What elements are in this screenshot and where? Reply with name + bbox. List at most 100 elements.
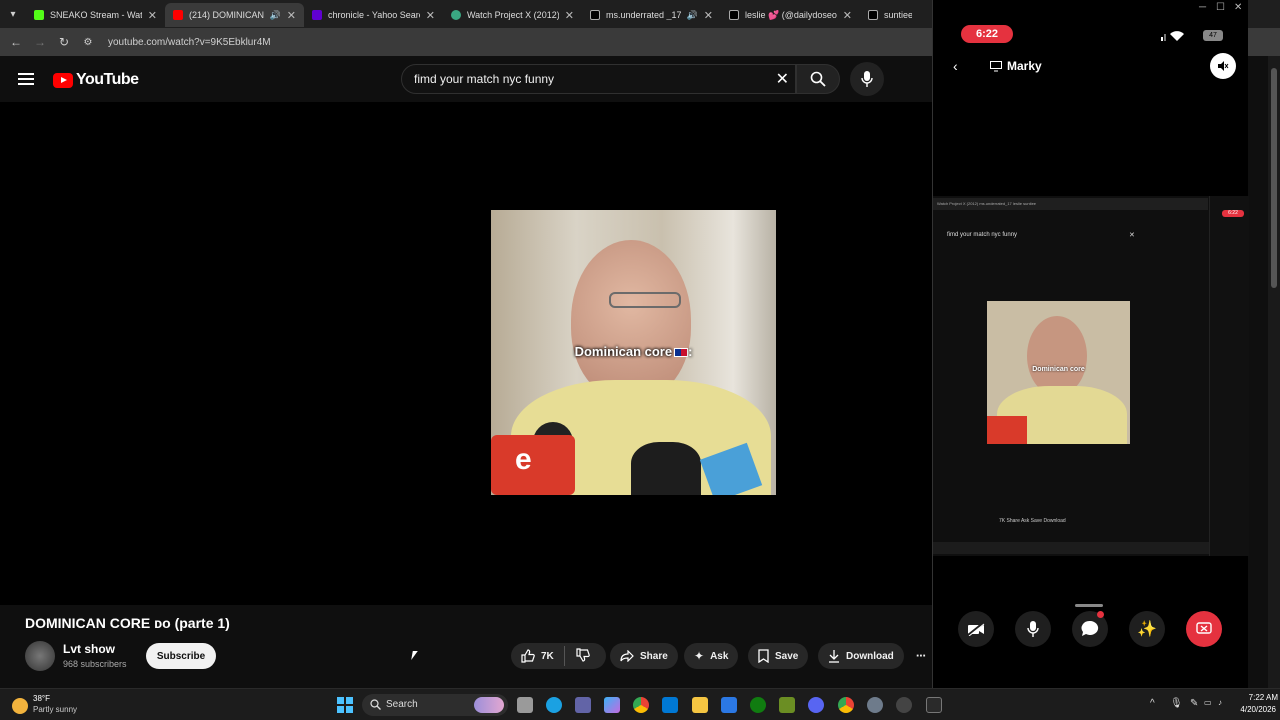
chrome-active-icon[interactable] [838,697,854,713]
window-close-icon[interactable]: ✕ [1234,2,1242,13]
tray-monitor-icon[interactable]: ▭ [1204,698,1212,707]
menu-hamburger-icon[interactable] [18,73,34,85]
mirror-tabs: Watch Project X (2012) ms.underrated_17 … [933,198,1208,210]
browser-tab[interactable]: ms.underrated _17 (@ 🔊 ✕ [582,3,721,27]
tab-search-menu-icon[interactable]: ▾ [0,0,26,28]
browser-tab[interactable]: suntiee (@sunt [860,3,920,27]
taskbar-search[interactable]: Search [362,694,508,716]
search-icon [370,699,381,710]
voice-search-button[interactable] [850,62,884,96]
tab-close-icon[interactable]: ✕ [704,9,713,22]
tab-title: suntiee (@sunt [884,10,912,20]
task-view-icon[interactable] [517,697,533,713]
channel-name[interactable]: Lvt show [63,642,115,656]
clear-search-icon[interactable]: ✕ [776,69,789,89]
site-favicon-icon [451,10,461,20]
like-dislike-group: 7K [511,643,606,669]
tab-audio-icon[interactable]: 🔊 [270,10,281,21]
contact-name: Marky [1007,59,1042,73]
browser-tab[interactable]: Watch Project X (2012) Fo ✕ [443,3,582,27]
tray-volume-icon[interactable]: ♪ [1218,698,1222,707]
video-microphone [631,442,701,495]
weather-temperature[interactable]: 38°F [33,694,50,703]
video-off-button[interactable] [958,611,994,647]
channel-avatar[interactable] [25,641,55,671]
mirror-person [1027,316,1087,396]
tray-mic-icon[interactable]: 🎙 [1170,698,1183,709]
thumbs-down-icon [576,648,590,662]
windows-start-icon[interactable] [337,697,353,713]
save-button[interactable]: Save [748,643,809,669]
tab-close-icon[interactable]: ✕ [287,9,296,22]
share-button[interactable]: Share [610,643,678,669]
back-arrow-icon[interactable]: ← [4,35,28,49]
browser-tab[interactable]: chronicle - Yahoo Search ✕ [304,3,443,27]
subscribe-button[interactable]: Subscribe [146,643,216,669]
teams-icon[interactable] [575,697,591,713]
copilot-icon[interactable] [604,697,620,713]
search-button[interactable] [796,64,840,94]
search-input[interactable]: fimd your match nyc funny ✕ [401,64,796,94]
mirror-taskbar [933,542,1209,554]
forward-arrow-icon[interactable]: → [28,35,52,49]
url-field[interactable]: youtube.com/watch?v=9K5Ebklur4M [108,37,271,48]
microphone-button[interactable] [1015,611,1051,647]
reload-icon[interactable]: ↻ [52,35,76,49]
end-call-button[interactable] [1186,611,1222,647]
tab-close-icon[interactable]: ✕ [426,9,435,22]
effects-button[interactable]: ✨ [1129,611,1165,647]
speaker-mute-button[interactable] [1210,53,1236,79]
video-glasses [609,292,681,308]
tray-pen-icon[interactable]: ✎ [1190,698,1198,709]
chrome-icon[interactable] [633,697,649,713]
tray-chevron-icon[interactable]: ^ [1150,698,1155,709]
speaker-mute-icon [1218,61,1229,71]
tab-close-icon[interactable]: ✕ [148,9,157,22]
mirror-clear-icon: ✕ [1129,232,1135,239]
tab-close-icon[interactable]: ✕ [843,9,852,22]
window-minimize-icon[interactable]: ─ [1199,2,1206,13]
app-c-icon[interactable] [721,697,737,713]
tab-title: SNEAKO Stream - Watch [50,10,142,20]
browser-tab-active[interactable]: (214) DOMINICAN CO 🔊 ✕ [165,3,304,27]
video-caption-text: Dominican core [574,344,673,359]
weather-condition[interactable]: Partly sunny [33,705,77,714]
settings-icon[interactable] [867,697,883,713]
edge-icon[interactable] [546,697,562,713]
mirror-actions: 7K Share Ask Save Download [999,518,1066,524]
mirror-search-query: fimd your match nyc funny [947,232,1018,238]
taskbar-time[interactable]: 7:22 AM [1238,693,1278,702]
tab-audio-icon[interactable]: 🔊 [687,10,698,21]
epic-games-icon[interactable] [926,697,942,713]
app-record-icon[interactable] [896,697,912,713]
browser-tab[interactable]: leslie 💕 (@dailydoseofl ✕ [721,3,860,27]
minecraft-icon[interactable] [779,697,795,713]
like-button[interactable]: 7K [521,649,554,663]
weather-sun-icon[interactable] [12,698,28,714]
tab-close-icon[interactable]: ✕ [565,9,574,22]
page-scrollbar[interactable] [1268,56,1280,688]
video-player[interactable]: e Dominican core: [0,102,932,605]
chat-button[interactable] [1072,611,1108,647]
download-button[interactable]: Download [818,643,904,669]
window-maximize-icon[interactable]: ☐ [1216,2,1225,13]
store-icon[interactable] [662,697,678,713]
discord-icon[interactable] [808,697,824,713]
xbox-icon[interactable] [750,697,766,713]
like-divider [564,646,565,666]
file-explorer-icon[interactable] [692,697,708,713]
youtube-logo[interactable]: YouTube [53,71,139,89]
mouse-cursor-icon [411,651,418,660]
battery-icon: 47 [1203,30,1223,41]
dislike-button[interactable] [576,648,590,667]
site-info-icon[interactable]: ⚙ [76,37,100,48]
video-frame[interactable]: e Dominican core: [491,210,776,495]
back-chevron-icon[interactable]: ‹ [953,58,958,74]
taskbar-date[interactable]: 4/20/2026 [1232,705,1276,714]
browser-tab[interactable]: SNEAKO Stream - Watch ✕ [26,3,165,27]
tab-title: ms.underrated _17 (@ [606,10,681,20]
phone-mirror-window: ─ ☐ ✕ 6:22 47 ‹ Marky Watch Project X (2… [932,0,1249,688]
ask-button[interactable]: ✦ Ask [684,643,739,669]
more-actions-button[interactable]: ⋯ [908,643,934,669]
scrollbar-thumb[interactable] [1271,68,1277,288]
